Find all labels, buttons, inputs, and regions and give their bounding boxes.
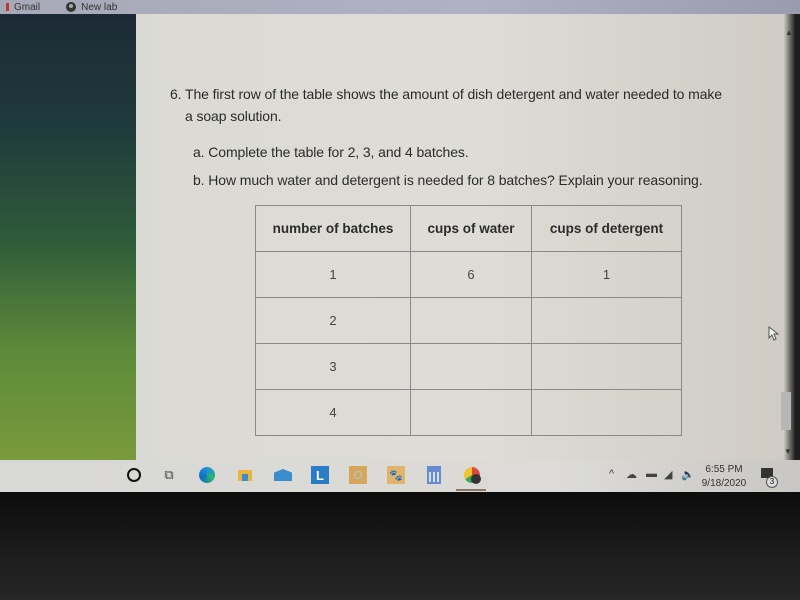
header-detergent: cups of detergent — [531, 205, 682, 252]
table-row: 4 — [255, 389, 682, 436]
table-header-row: number of batches cups of water cups of … — [255, 205, 682, 252]
document-page: 6. The first row of the table shows the … — [0, 14, 800, 460]
edge-icon — [199, 467, 215, 483]
clock-date: 9/18/2020 — [701, 478, 747, 489]
cell-water — [410, 343, 532, 390]
wifi-icon[interactable]: ◢ — [664, 468, 672, 481]
batches-table: number of batches cups of water cups of … — [255, 205, 682, 436]
mouse-cursor-icon — [768, 326, 780, 341]
table-row: 1 6 1 — [255, 251, 682, 298]
game-app-icon: 🐾 — [387, 466, 405, 484]
cortana-search-button[interactable] — [125, 466, 143, 484]
task-view-icon: ⧉ — [164, 467, 174, 482]
show-hidden-icons-button[interactable]: ^ — [609, 468, 614, 480]
chrome-button[interactable] — [463, 466, 481, 484]
browser-viewport: ▲ ▼ 6. The first row of the table shows … — [0, 14, 800, 460]
onedrive-icon[interactable]: ☁ — [626, 468, 637, 481]
cell-batches: 3 — [255, 343, 411, 390]
volume-icon[interactable]: 🔈 — [681, 468, 695, 481]
bookmark-gmail[interactable]: Gmail — [6, 2, 40, 13]
cell-water: 6 — [410, 251, 532, 298]
task-view-button[interactable]: ⧉ — [160, 466, 178, 484]
bookmark-new-lab[interactable]: New lab — [66, 2, 117, 13]
cell-batches: 2 — [255, 297, 411, 344]
gmail-icon — [6, 3, 9, 11]
clock-time: 6:55 PM — [705, 464, 743, 475]
notification-count-badge: 3 — [766, 476, 778, 488]
clock[interactable]: 6:55 PM 9/18/2020 — [700, 463, 748, 491]
header-water: cups of water — [410, 205, 532, 252]
table-row: 2 — [255, 297, 682, 344]
bookmark-label: Gmail — [14, 1, 41, 13]
game-app-button[interactable]: 🐾 — [387, 466, 405, 484]
cell-batches: 1 — [255, 251, 411, 298]
calculator-button[interactable] — [425, 466, 443, 484]
cell-detergent: 1 — [531, 251, 682, 298]
orange-app-button[interactable] — [349, 466, 367, 484]
cell-water — [410, 389, 532, 436]
cell-detergent — [531, 343, 682, 390]
mail-button[interactable] — [274, 466, 292, 484]
calculator-icon — [427, 466, 441, 484]
active-app-indicator — [456, 489, 486, 491]
bookmarks-bar: Gmail New lab — [0, 0, 800, 14]
header-batches: number of batches — [255, 205, 411, 252]
folder-icon — [238, 469, 252, 481]
cell-batches: 4 — [255, 389, 411, 436]
edge-button[interactable] — [198, 466, 216, 484]
chrome-icon — [464, 467, 481, 484]
taskbar: ⧉ L 🐾 ^ ☁ ▬ ◢ 🔈 6:55 PM 9/18/2020 3 — [0, 460, 800, 492]
cell-detergent — [531, 297, 682, 344]
cell-detergent — [531, 389, 682, 436]
orange-app-icon — [349, 466, 367, 484]
file-explorer-button[interactable] — [236, 466, 254, 484]
monitor-bezel — [0, 492, 800, 600]
bookmark-label: New lab — [81, 1, 118, 13]
table-row: 3 — [255, 343, 682, 390]
l-app-icon: L — [311, 466, 329, 484]
mail-icon — [274, 469, 292, 481]
question-part-b: b. How much water and detergent is neede… — [193, 172, 703, 188]
question-text-continued: a soap solution. — [185, 108, 282, 124]
battery-icon[interactable]: ▬ — [646, 468, 657, 480]
l-app-button[interactable]: L — [311, 466, 329, 484]
question-text: 6. The first row of the table shows the … — [170, 86, 722, 102]
globe-icon — [66, 2, 77, 12]
circle-icon — [127, 468, 141, 482]
cell-water — [410, 297, 532, 344]
question-part-a: a. Complete the table for 2, 3, and 4 ba… — [193, 144, 469, 160]
